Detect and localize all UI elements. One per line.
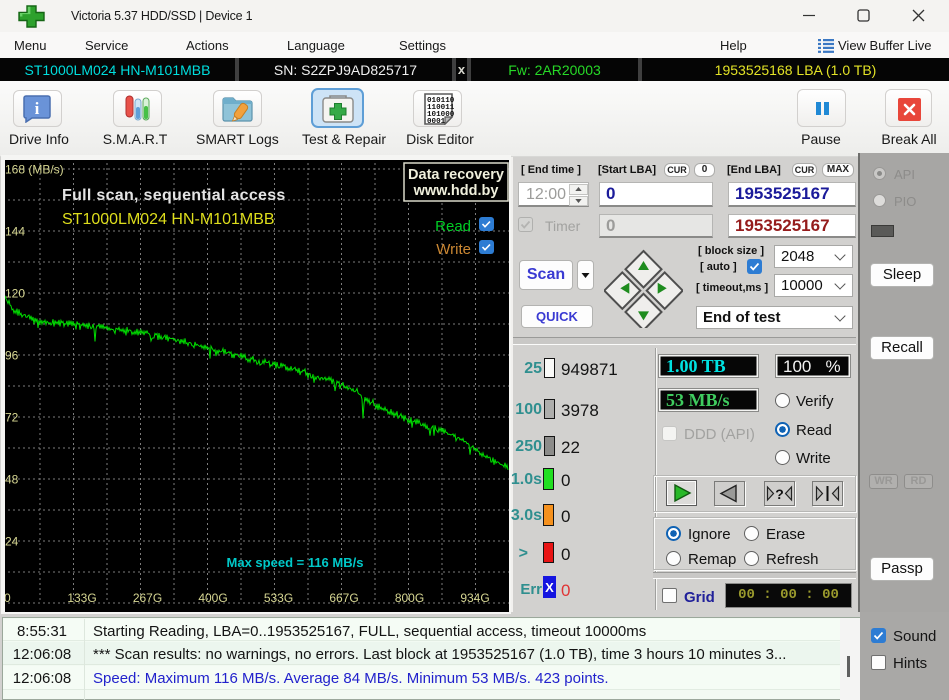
svg-text:i: i [35,99,40,118]
svg-text:168 (MB/s): 168 (MB/s) [5,163,64,177]
svg-text:667G: 667G [329,591,358,605]
svg-text:Full scan, sequential access: Full scan, sequential access [62,187,286,204]
svg-text:48: 48 [5,473,19,487]
svg-text:144: 144 [5,225,25,239]
svg-text:133G: 133G [67,591,96,605]
svg-text:Read: Read [435,218,471,235]
svg-text:120: 120 [5,287,25,301]
svg-text:533G: 533G [264,591,293,605]
svg-text:0001: 0001 [427,118,446,125]
svg-text:Data recovery: Data recovery [408,167,504,183]
svg-text:72: 72 [5,411,19,425]
svg-text:400G: 400G [198,591,227,605]
svg-text:www.hdd.by: www.hdd.by [413,183,499,199]
svg-text:ST1000LM024 HN-M101MBB: ST1000LM024 HN-M101MBB [62,211,275,228]
svg-text:96: 96 [5,349,19,363]
svg-text:934G: 934G [460,591,489,605]
svg-text:24: 24 [5,535,19,549]
svg-text:267G: 267G [133,591,162,605]
svg-text:?: ? [775,486,784,502]
svg-text:Max speed = 116 MB/s: Max speed = 116 MB/s [227,555,364,570]
svg-text:Write: Write [436,241,471,258]
svg-text:800G: 800G [395,591,424,605]
svg-text:0: 0 [5,591,11,605]
